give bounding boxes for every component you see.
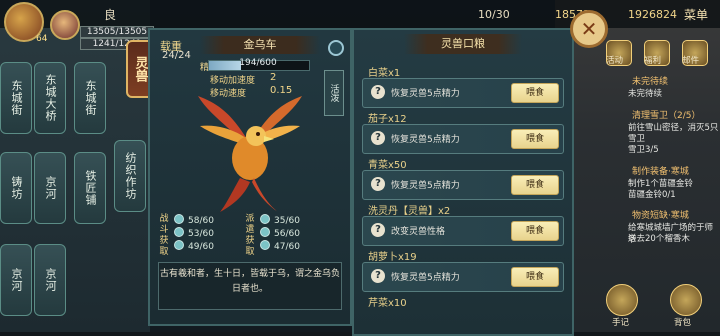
food-panel: 灵兽口粮 白菜x1 ? 恢复灵兽5点精力 喂食 茄子x12 ? 恢复灵兽5点精力 喂食 … bbox=[352, 28, 574, 336]
stat-left-3: 49/60 bbox=[174, 240, 214, 252]
stat-icon bbox=[260, 227, 270, 237]
food-desc: 恢复灵兽5点精力 bbox=[391, 135, 460, 145]
feed-button[interactable]: 喂食 bbox=[511, 129, 559, 149]
map-node-4[interactable]: 京河 bbox=[34, 152, 66, 224]
journal-icon[interactable] bbox=[606, 284, 638, 316]
stat-icon bbox=[260, 240, 270, 250]
food-name: 白菜x1 bbox=[368, 68, 401, 79]
stat-icon bbox=[260, 214, 270, 224]
question-icon[interactable]: ? bbox=[371, 269, 385, 283]
map-node-7[interactable]: 铸坊 bbox=[0, 152, 32, 224]
gear-icon[interactable] bbox=[328, 40, 344, 56]
time-stat: 10/30 bbox=[478, 8, 510, 21]
food-item: 茄子x12 ? 恢复灵兽5点精力 喂食 bbox=[362, 110, 564, 154]
pet-name: 金乌车 bbox=[200, 36, 320, 54]
food-item: 青菜x50 ? 恢复灵兽5点精力 喂食 bbox=[362, 156, 564, 200]
quest-title: 物资短缺·寒城 bbox=[632, 211, 689, 221]
pet-panel: 载重 24/24 金乌车 精 194/600 移动加速度 2 移动速度 0.15… bbox=[148, 28, 352, 326]
quest-title: 制作装备·寒城 bbox=[632, 167, 689, 177]
food-desc: 恢复灵兽5点精力 bbox=[391, 89, 460, 99]
welfare-label: 福利 bbox=[644, 56, 662, 66]
stat-left-1: 58/60 bbox=[174, 214, 214, 226]
quest-title: 未完待续 bbox=[632, 77, 669, 87]
stat-icon bbox=[174, 240, 184, 250]
mail-label: 邮件 bbox=[682, 56, 700, 66]
map-node-6[interactable]: 纺织作坊 bbox=[114, 140, 146, 212]
quest-item[interactable]: 制作装备·寒城 制作1个苗疆金铃 苗疆金铃0/1 bbox=[620, 164, 720, 212]
map-node-3[interactable]: 东城街 bbox=[74, 62, 106, 134]
journal-label: 手记 bbox=[612, 318, 630, 328]
question-icon[interactable]: ? bbox=[371, 85, 385, 99]
carry-value: 24/24 bbox=[162, 50, 191, 61]
event-label: 活动 bbox=[606, 56, 624, 66]
feed-button[interactable]: 喂食 bbox=[511, 175, 559, 195]
backpack-label: 背包 bbox=[674, 318, 692, 328]
food-item: 洗灵丹【灵兽】x2 ? 改变灵兽性格 喂食 bbox=[362, 202, 564, 246]
question-icon[interactable]: ? bbox=[371, 177, 385, 191]
food-item: 胡萝卜x19 ? 恢复灵兽5点精力 喂食 bbox=[362, 248, 564, 292]
xp-text: 194/600 bbox=[239, 58, 277, 68]
map-node-5[interactable]: 铁匠铺 bbox=[74, 152, 106, 224]
golden-crow-illustration bbox=[198, 96, 302, 212]
pet-avatar[interactable] bbox=[50, 10, 80, 40]
food-desc: 恢复灵兽5点精力 bbox=[391, 273, 460, 283]
stat-left-2: 53/60 bbox=[174, 227, 214, 239]
food-desc: 恢复灵兽5点精力 bbox=[391, 181, 460, 191]
quest-title: 清理雪卫（2/5） bbox=[632, 111, 701, 121]
backpack-icon[interactable] bbox=[670, 284, 702, 316]
map-node-9[interactable]: 京河 bbox=[0, 244, 32, 316]
stat-right-3: 47/60 bbox=[260, 240, 300, 252]
food-name: 芹菜x10 bbox=[368, 298, 407, 309]
map-node-1[interactable]: 东城街 bbox=[0, 62, 32, 134]
quest-line: 雪卫3/5 bbox=[628, 145, 659, 155]
combat-stat-label: 战斗获取 bbox=[159, 214, 169, 257]
food-desc: 改变灵兽性格 bbox=[391, 227, 446, 237]
right-hud: 活动 福利 邮件 未完待续 未完待续 清理雪卫（2/5） 前往雪山密径，消灭5只… bbox=[600, 0, 720, 332]
food-name: 胡萝卜x19 bbox=[368, 252, 417, 263]
pet-description: 古有羲和者，生十日，皆载于乌，谓之金乌负日者也。 bbox=[158, 262, 342, 310]
quest-line: 苗疆金铃0/1 bbox=[628, 190, 676, 200]
quest-line: 未完待续 bbox=[628, 89, 663, 99]
food-item: 白菜x1 ? 恢复灵兽5点精力 喂食 bbox=[362, 64, 564, 108]
feed-button[interactable]: 喂食 bbox=[511, 83, 559, 103]
map-node-2[interactable]: 东城大桥 bbox=[34, 62, 66, 134]
level-badge: 64 bbox=[36, 34, 48, 44]
attr1-value: 2 bbox=[270, 72, 277, 83]
quest-item[interactable]: 物资短缺·寒城 给寒城城墙广场的于师爷 送去20个榴香木 bbox=[620, 208, 720, 256]
quest-line: 送去20个榴香木 bbox=[628, 234, 690, 244]
top-left-text: 良 bbox=[104, 8, 117, 22]
question-icon[interactable]: ? bbox=[371, 223, 385, 237]
food-panel-title: 灵兽口粮 bbox=[404, 34, 522, 54]
attr1-label: 移动加速度 bbox=[210, 76, 256, 86]
feed-button[interactable]: 喂食 bbox=[511, 221, 559, 241]
food-name: 茄子x12 bbox=[368, 114, 407, 125]
dispatch-stat-label: 派遣获取 bbox=[245, 214, 255, 257]
food-name: 洗灵丹【灵兽】x2 bbox=[368, 206, 451, 217]
food-name: 青菜x50 bbox=[368, 160, 407, 171]
food-item: 芹菜x10 bbox=[362, 294, 562, 334]
stat-right-1: 35/60 bbox=[260, 214, 300, 226]
quest-item[interactable]: 清理雪卫（2/5） 前往雪山密径，消灭5只 雪卫 雪卫3/5 bbox=[620, 108, 720, 156]
personality-badge: 活泼 bbox=[324, 70, 344, 116]
stat-right-2: 56/60 bbox=[260, 227, 300, 239]
feed-button[interactable]: 喂食 bbox=[511, 267, 559, 287]
stat-icon bbox=[174, 227, 184, 237]
question-icon[interactable]: ? bbox=[371, 131, 385, 145]
hp-bar: 13505/13505 bbox=[80, 26, 154, 38]
map-node-8[interactable]: 京河 bbox=[34, 244, 66, 316]
stat-icon bbox=[174, 214, 184, 224]
